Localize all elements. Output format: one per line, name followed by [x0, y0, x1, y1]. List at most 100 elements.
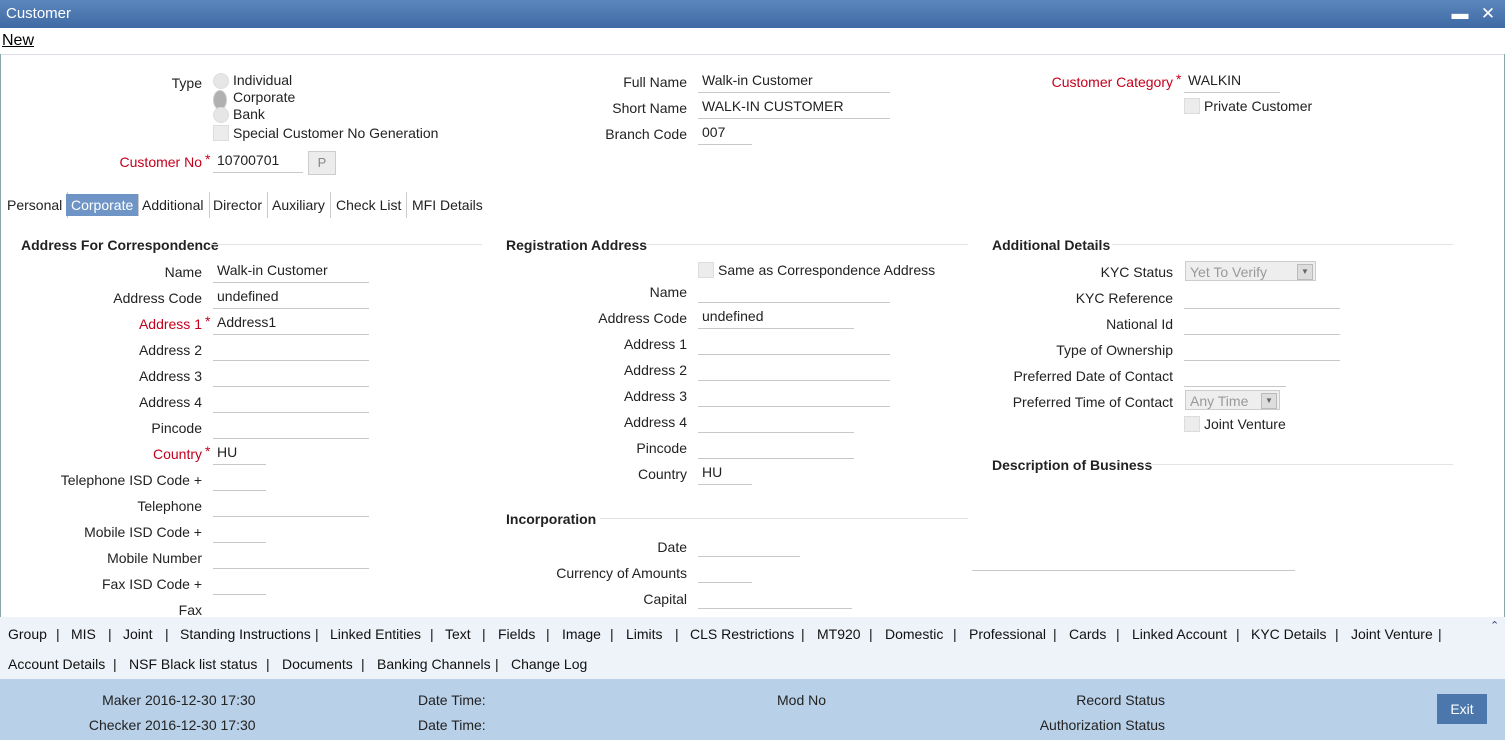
authorization-status-label: Authorization Status: [1039, 717, 1165, 733]
link-fields[interactable]: Fields: [498, 626, 535, 642]
p-button[interactable]: P: [308, 151, 336, 175]
corr-country-field[interactable]: HU: [213, 441, 266, 465]
mobile-isd-field[interactable]: [213, 519, 266, 543]
mod-no-label: Mod No: [777, 692, 827, 708]
link-text[interactable]: Text: [445, 626, 471, 642]
link-cls-restrictions[interactable]: CLS Restrictions: [690, 626, 794, 642]
link-joint[interactable]: Joint: [123, 626, 153, 642]
reg-address2-field[interactable]: [698, 357, 890, 381]
full-name-field[interactable]: Walk-in Customer: [698, 69, 890, 93]
tab-personal[interactable]: Personal: [2, 192, 69, 218]
new-menu-item[interactable]: New: [2, 32, 34, 50]
reg-address4-field[interactable]: [698, 409, 854, 433]
close-icon[interactable]: ✕: [1478, 4, 1498, 24]
link-change-log[interactable]: Change Log: [511, 656, 587, 672]
inc-capital-field[interactable]: [698, 585, 852, 609]
reg-address3-label: Address 3: [623, 388, 687, 404]
window-title: Customer: [6, 5, 72, 22]
corr-address4-label: Address 4: [138, 394, 202, 410]
fax-isd-field[interactable]: [213, 571, 266, 595]
reg-address4-label: Address 4: [623, 414, 687, 430]
required-marker: *: [205, 151, 211, 167]
national-id-field[interactable]: [1184, 311, 1340, 335]
corr-address4-field[interactable]: [213, 389, 369, 413]
mobile-number-field[interactable]: [213, 545, 369, 569]
corr-address2-field[interactable]: [213, 337, 369, 361]
reg-pincode-field[interactable]: [698, 435, 854, 459]
special-no-checkbox[interactable]: [213, 125, 229, 141]
link-domestic[interactable]: Domestic: [885, 626, 943, 642]
tab-mfi-details[interactable]: MFI Details: [407, 192, 488, 218]
reg-address3-field[interactable]: [698, 383, 890, 407]
tab-director[interactable]: Director: [208, 192, 269, 218]
business-section-title: Description of Business: [992, 457, 1153, 473]
link-professional[interactable]: Professional: [969, 626, 1046, 642]
exit-button[interactable]: Exit: [1437, 694, 1487, 724]
link-image[interactable]: Image: [562, 626, 601, 642]
link-joint-venture[interactable]: Joint Venture: [1351, 626, 1433, 642]
tab-check-list[interactable]: Check List: [331, 192, 408, 218]
corr-address-code-field[interactable]: undefined: [213, 285, 369, 309]
reg-address-code-field[interactable]: undefined: [698, 305, 854, 329]
link-mis[interactable]: MIS: [71, 626, 96, 642]
tab-auxiliary[interactable]: Auxiliary: [267, 192, 331, 218]
menu-bar: New: [0, 28, 1505, 55]
link-linked-entities[interactable]: Linked Entities: [330, 626, 421, 642]
inc-date-field[interactable]: [698, 533, 800, 557]
separator: |: [546, 626, 550, 642]
branch-code-field[interactable]: 007: [698, 121, 752, 145]
pref-time-select[interactable]: Any Time ▼: [1185, 390, 1280, 410]
fax-isd-label: Fax ISD Code +: [102, 576, 202, 592]
joint-venture-checkbox[interactable]: [1184, 416, 1200, 432]
reg-address1-field[interactable]: [698, 331, 890, 355]
corr-address1-field[interactable]: Address1: [213, 311, 369, 335]
link-account-details[interactable]: Account Details: [8, 656, 105, 672]
same-as-correspondence-checkbox[interactable]: [698, 262, 714, 278]
tab-additional[interactable]: Additional: [137, 192, 210, 218]
telephone-field[interactable]: [213, 493, 369, 517]
short-name-field[interactable]: WALK-IN CUSTOMER: [698, 95, 890, 119]
link-nsf-black-list-status[interactable]: NSF Black list status: [129, 656, 257, 672]
separator: |: [801, 626, 805, 642]
kyc-status-select[interactable]: Yet To Verify ▼: [1185, 261, 1316, 281]
link-linked-account[interactable]: Linked Account: [1132, 626, 1227, 642]
link-limits[interactable]: Limits: [626, 626, 663, 642]
link-kyc-details[interactable]: KYC Details: [1251, 626, 1326, 642]
telephone-label: Telephone: [137, 498, 202, 514]
pref-date-field[interactable]: [1184, 363, 1286, 387]
link-group[interactable]: Group: [8, 626, 47, 642]
reg-address1-label: Address 1: [623, 336, 687, 352]
chevron-down-icon: ▼: [1297, 264, 1313, 280]
type-bank-radio[interactable]: [213, 107, 229, 123]
tel-isd-field[interactable]: [213, 467, 266, 491]
chevron-up-icon[interactable]: ⌃: [1490, 619, 1499, 632]
corr-pincode-field[interactable]: [213, 415, 369, 439]
customer-category-field[interactable]: WALKIN: [1184, 69, 1280, 93]
corr-name-field[interactable]: Walk-in Customer: [213, 259, 369, 283]
separator: |: [610, 626, 614, 642]
customer-no-field[interactable]: 10700701: [213, 149, 303, 173]
ownership-field[interactable]: [1184, 337, 1340, 361]
tel-isd-label: Telephone ISD Code +: [60, 472, 202, 488]
minimize-icon[interactable]: ▬: [1450, 4, 1470, 24]
additional-section-title: Additional Details: [992, 237, 1111, 253]
type-individual-radio[interactable]: [213, 73, 229, 89]
section-divider: [212, 244, 482, 245]
business-description-field[interactable]: [972, 478, 1295, 571]
separator: |: [482, 626, 486, 642]
corr-address1-label: Address 1: [138, 316, 202, 332]
link-documents[interactable]: Documents: [282, 656, 353, 672]
reg-name-label: Name: [649, 284, 687, 300]
link-standing-instructions[interactable]: Standing Instructions: [180, 626, 311, 642]
link-banking-channels[interactable]: Banking Channels: [377, 656, 491, 672]
private-customer-checkbox[interactable]: [1184, 98, 1200, 114]
corr-address3-label: Address 3: [138, 368, 202, 384]
corr-address3-field[interactable]: [213, 363, 369, 387]
link-mt920[interactable]: MT920: [817, 626, 861, 642]
tab-corporate[interactable]: Corporate: [66, 194, 140, 216]
inc-currency-field[interactable]: [698, 559, 752, 583]
kyc-reference-field[interactable]: [1184, 285, 1340, 309]
link-cards[interactable]: Cards: [1069, 626, 1106, 642]
reg-name-field[interactable]: [698, 279, 890, 303]
reg-country-field[interactable]: HU: [698, 461, 752, 485]
